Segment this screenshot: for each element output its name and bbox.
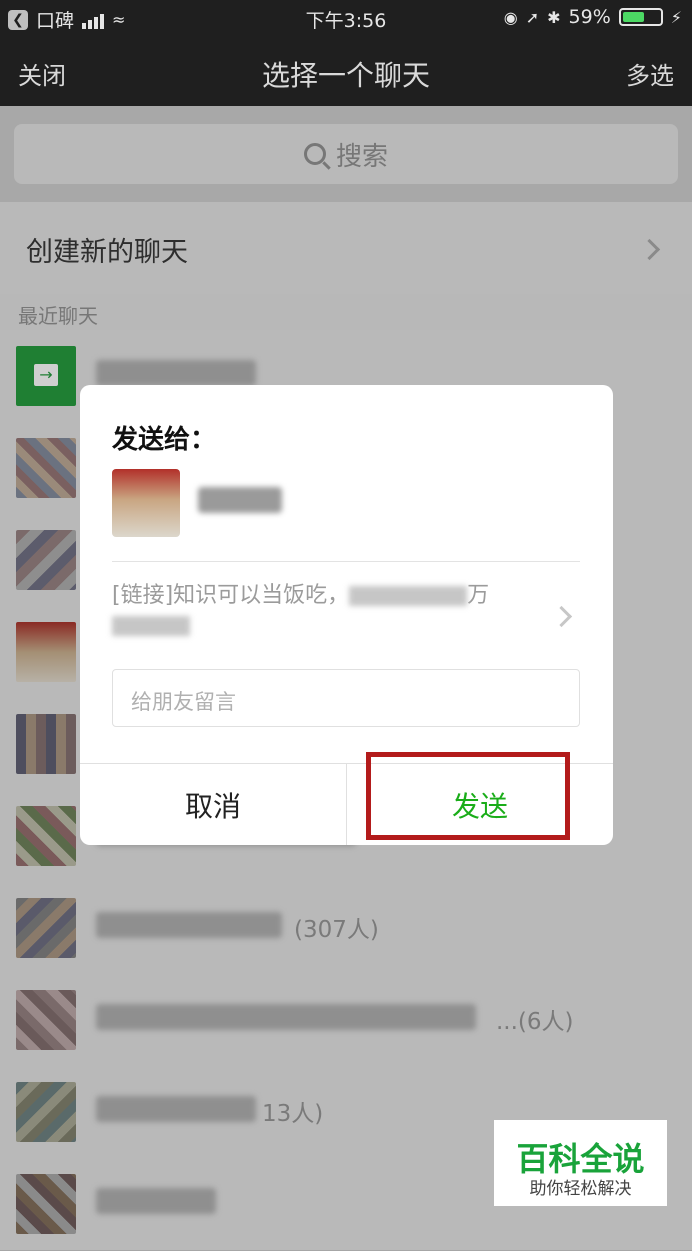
recent-chats-header: 最近聊天 [18,304,98,328]
group-avatar [16,806,76,866]
link-text-blurred [349,586,468,606]
recipient-name-blurred [198,487,282,513]
chevron-right-icon [638,238,661,261]
member-count: ...(6人) [496,1009,574,1035]
create-new-chat-label: 创建新的聊天 [26,237,188,268]
status-bar: ❮ 口碑 ≈ 下午3:56 ◉ ➚ ✱ 59% ⚡ [0,0,692,36]
group-avatar [16,438,76,498]
bluetooth-icon: ✱ [547,7,561,27]
link-text-blurred [112,616,190,636]
link-text: [链接]知识可以当饭吃， [112,583,350,608]
chevron-right-icon [550,605,573,628]
chat-name-blurred [96,360,256,386]
battery-percent: 59% [568,6,611,28]
chat-name-blurred [96,1096,256,1122]
group-avatar [16,1082,76,1142]
page-title: 选择一个聊天 [261,59,430,92]
chat-name-blurred [96,1188,216,1214]
group-avatar [16,714,76,774]
navigation-bar: 关闭 选择一个聊天 多选 [0,36,692,106]
rotation-lock-icon: ◉ [503,7,518,27]
search-icon [303,143,326,165]
watermark-logo: 百科全说 助你轻松解决 [494,1120,667,1206]
divider [112,561,580,562]
group-avatar [16,530,76,590]
group-avatar [16,990,76,1050]
search-area: 搜索 [0,106,692,202]
chat-name-blurred [96,912,282,938]
multi-select-button[interactable]: 多选 [626,56,674,91]
dialog-title: 发送给： [112,425,217,455]
list-item[interactable]: (307人) [0,882,692,975]
member-count: (307人) [294,917,379,943]
status-right: ◉ ➚ ✱ 59% ⚡ [504,6,682,28]
battery-icon [618,8,663,26]
shared-link-preview[interactable]: [链接]知识可以当饭吃， 万 [112,581,532,641]
location-icon: ➚ [525,7,540,27]
group-avatar [16,898,76,958]
cancel-button[interactable]: 取消 [80,764,346,845]
watermark-subtitle: 助你轻松解决 [529,1179,632,1199]
highlight-box [366,752,570,840]
recipient-avatar [112,469,180,537]
member-count: 13人) [262,1101,324,1127]
contact-avatar [16,622,76,682]
arrow-right-icon: → [34,364,58,386]
message-input[interactable]: 给朋友留言 [112,669,580,727]
file-transfer-avatar: → [16,346,76,406]
link-text-tail: 万 [467,583,490,608]
list-item[interactable]: ...(6人) [0,974,692,1067]
chat-name-blurred [96,1004,476,1030]
charging-icon: ⚡ [670,7,682,27]
search-input[interactable]: 搜索 [14,124,678,184]
group-avatar [16,1174,76,1234]
create-new-chat-row[interactable]: 创建新的聊天 [0,202,692,294]
search-placeholder: 搜索 [335,141,388,172]
